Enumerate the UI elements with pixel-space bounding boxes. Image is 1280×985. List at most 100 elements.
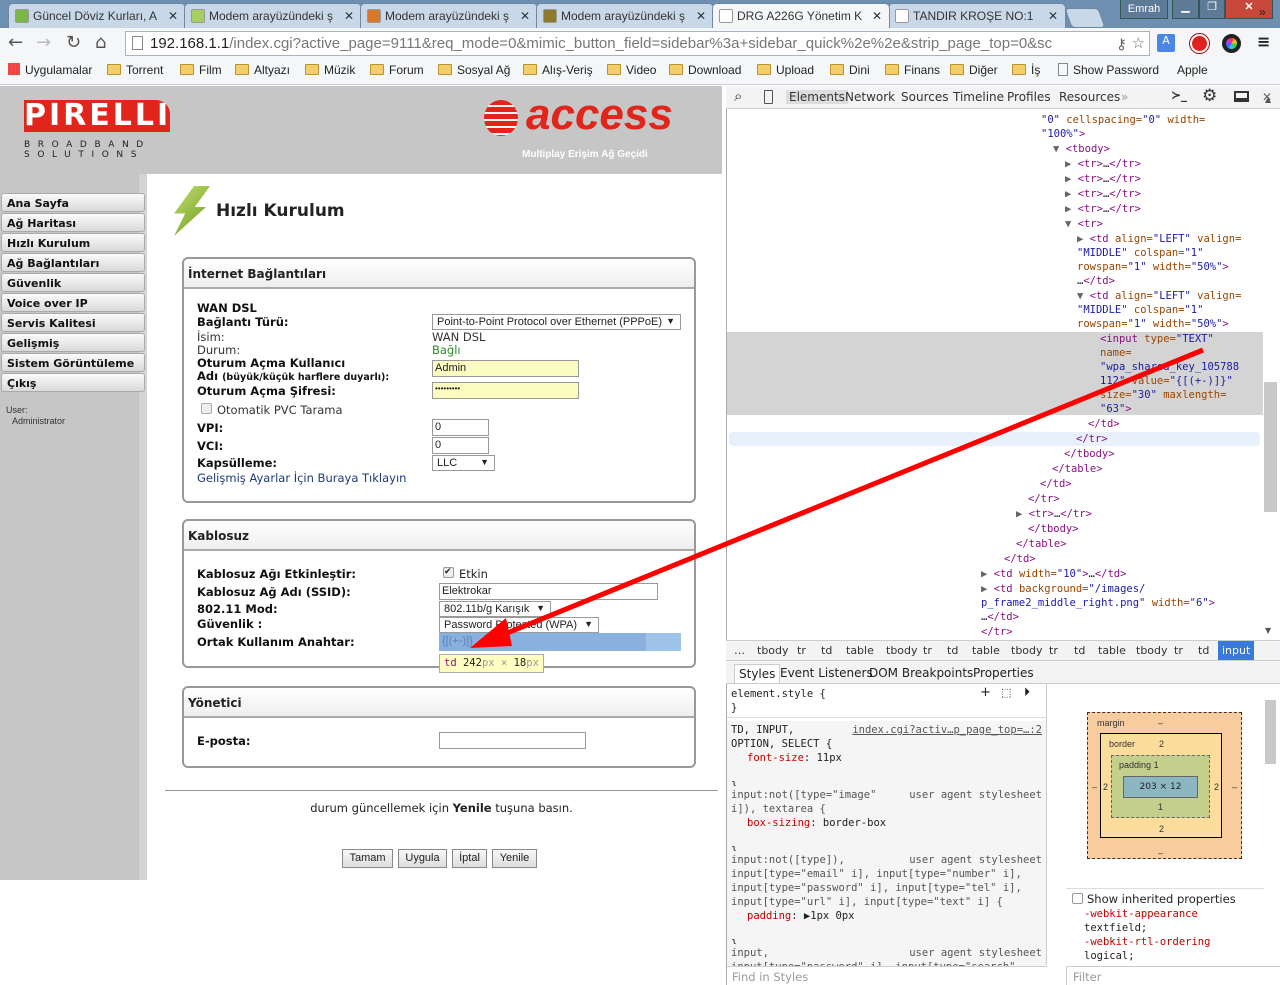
dom-node-line[interactable]: ▼ <tr> xyxy=(1065,217,1103,231)
home-icon[interactable]: ⌂ xyxy=(95,32,106,53)
css-property[interactable]: padding: ▶1px 0px xyxy=(731,909,1042,923)
dom-node-line[interactable]: </tr> xyxy=(1028,492,1060,506)
bookmark-11[interactable]: Dini xyxy=(830,63,870,77)
breadcrumb-tr[interactable]: tr xyxy=(1049,644,1058,657)
dom-node-line[interactable]: </tbody> xyxy=(1028,522,1079,536)
dom-node-line[interactable]: ▶ <tr>…</tr> xyxy=(1065,157,1141,171)
devtools-tab-elements[interactable]: Elements xyxy=(786,90,848,104)
inspect-search-icon[interactable]: ⌕ xyxy=(734,87,742,105)
tab-close-icon[interactable]: ✕ xyxy=(167,9,178,23)
styles-tab-3[interactable]: Properties xyxy=(969,664,1038,682)
new-tab-button[interactable] xyxy=(1064,8,1106,28)
breadcrumb-table[interactable]: table xyxy=(846,644,874,657)
key-icon[interactable]: ⚷ xyxy=(1116,35,1127,53)
username-input[interactable]: Admin xyxy=(432,360,579,377)
mode-select[interactable]: 802.11b/g Karışık ▼ xyxy=(439,601,551,617)
breadcrumb-…[interactable]: … xyxy=(734,644,745,657)
breadcrumb-tr[interactable]: tr xyxy=(1174,644,1183,657)
styles-tab-2[interactable]: DOM Breakpoints xyxy=(865,664,977,682)
breadcrumb-td[interactable]: td xyxy=(1074,644,1085,657)
auto-pvc-checkbox[interactable] xyxy=(201,403,212,414)
device-mode-icon[interactable] xyxy=(764,90,773,104)
dom-node-line[interactable]: "MIDDLE" colspan="1" xyxy=(1077,246,1203,260)
breadcrumb-td[interactable]: td xyxy=(821,644,832,657)
sidebar-item-3[interactable]: Ağ Bağlantıları xyxy=(1,253,145,272)
tab-5[interactable]: TANDIR KROŞE NO:1 ✕ xyxy=(888,3,1066,28)
devtools-more-tabs[interactable]: » xyxy=(1121,90,1128,104)
dom-node-line[interactable]: ▶ <td align="LEFT" valign= xyxy=(1077,232,1241,246)
bookmark-12[interactable]: Finans xyxy=(885,63,940,77)
dom-node-line[interactable]: name= xyxy=(1100,346,1132,360)
breadcrumb-tbody[interactable]: tbody xyxy=(757,644,789,657)
dom-node-line[interactable]: </td> xyxy=(1088,417,1120,431)
menu-icon[interactable]: ≡ xyxy=(1257,32,1270,51)
dom-node-line[interactable]: ▶ <tr>…</tr> xyxy=(1065,187,1141,201)
elements-scrollbar[interactable] xyxy=(1264,382,1277,512)
bookmark-7[interactable]: Alış-Veriş xyxy=(523,63,593,77)
tab-3[interactable]: Modem arayüzündeki ş ✕ xyxy=(536,3,714,28)
dom-node-line[interactable]: ▼ <td align="LEFT" valign= xyxy=(1077,289,1241,303)
tab-close-icon[interactable]: ✕ xyxy=(871,9,882,23)
conn-type-select[interactable]: Point-to-Point Protocol over Ethernet (P… xyxy=(432,314,681,330)
password-input[interactable]: ••••••••• xyxy=(432,382,579,399)
dom-node-line[interactable]: ▼ <tbody> xyxy=(1053,142,1110,156)
bookmark-4[interactable]: Müzik xyxy=(305,63,355,77)
sidebar-item-9[interactable]: Çıkış xyxy=(1,373,145,392)
bookmark-0[interactable]: Uygulamalar xyxy=(8,63,92,77)
tab-close-icon[interactable]: ✕ xyxy=(343,9,354,23)
dom-node-line[interactable]: rowspan="1" width="50%"> xyxy=(1077,317,1229,331)
tab-2[interactable]: Modem arayüzündeki ş ✕ xyxy=(360,3,538,28)
breadcrumb-td[interactable]: td xyxy=(1198,644,1209,657)
sidebar-item-1[interactable]: Ağ Haritası xyxy=(1,213,145,232)
ssid-input[interactable]: Elektrokar xyxy=(439,583,658,600)
dom-node-line[interactable]: </tbody> xyxy=(1064,447,1115,461)
dom-node-line[interactable]: ▶ <tr>…</tr> xyxy=(1065,202,1141,216)
ok-button[interactable]: Tamam xyxy=(342,849,393,868)
dom-node-line[interactable]: </table> xyxy=(1016,537,1067,551)
bookmark-2[interactable]: Film xyxy=(180,63,222,77)
bookmark-16[interactable]: Apple xyxy=(1173,63,1208,77)
show-inherited-checkbox[interactable] xyxy=(1072,893,1083,904)
email-input[interactable] xyxy=(439,732,586,749)
computed-scrollbar[interactable] xyxy=(1265,700,1276,764)
breadcrumb-tbody[interactable]: tbody xyxy=(1136,644,1168,657)
sidebar-item-6[interactable]: Servis Kalitesi xyxy=(1,313,145,332)
sidebar-item-5[interactable]: Voice over IP xyxy=(1,293,145,312)
dom-node-line[interactable]: 112" value="{[(+-)]}" xyxy=(1100,374,1233,388)
advanced-settings-link[interactable]: Gelişmiş Ayarlar İçin Buraya Tıklayın xyxy=(197,471,406,485)
profile-button[interactable]: Emrah xyxy=(1120,0,1168,19)
filter-input[interactable]: Filter xyxy=(1066,966,1280,985)
dom-node-line[interactable]: "wpa_shared_key_105788 xyxy=(1100,360,1239,374)
cancel-button[interactable]: İptal xyxy=(452,849,487,868)
rule-source[interactable]: user agent stylesheet xyxy=(909,946,1042,960)
breadcrumb-tr[interactable]: tr xyxy=(797,644,806,657)
css-property[interactable]: box-sizing: border-box xyxy=(731,816,1042,830)
dom-node-line[interactable]: ▶ <td background="/images/ xyxy=(981,582,1145,596)
dom-node-line[interactable]: </td> xyxy=(1004,552,1036,566)
dom-node-line[interactable]: "MIDDLE" colspan="1" xyxy=(1077,303,1203,317)
dom-node-line[interactable]: </tr> xyxy=(981,625,1013,639)
devtools-tab-timeline[interactable]: Timeline xyxy=(953,90,1004,104)
back-icon[interactable]: ← xyxy=(8,32,23,53)
breadcrumb-tr[interactable]: tr xyxy=(923,644,932,657)
tab-4[interactable]: DRG A226G Yönetim K ✕ xyxy=(712,3,890,28)
dom-node-line[interactable]: p_frame2_middle_right.png" width="6"> xyxy=(981,596,1215,610)
dom-node-line[interactable]: ▶ <tr>…</tr> xyxy=(1065,172,1141,186)
css-rule[interactable]: input:not([type]), input[type="email" i]… xyxy=(727,851,1046,954)
dom-node-line[interactable]: "100%"> xyxy=(1041,127,1085,141)
dom-node-line[interactable]: </td> xyxy=(1040,477,1072,491)
dom-node-line[interactable]: ▶ <td width="10">…</td> xyxy=(981,567,1126,581)
adblock-extension-icon[interactable] xyxy=(1190,34,1209,53)
bookmark-3[interactable]: Altyazı xyxy=(235,63,290,77)
dom-node-line[interactable]: rowspan="1" width="50%"> xyxy=(1077,260,1229,274)
breadcrumb-table[interactable]: table xyxy=(972,644,1000,657)
css-rule[interactable]: element.style { } xyxy=(727,685,1046,718)
rule-source[interactable]: user agent stylesheet xyxy=(909,788,1042,802)
bookmark-6[interactable]: Sosyal Ağ xyxy=(438,63,510,77)
styles-tab-1[interactable]: Event Listeners xyxy=(776,664,877,682)
dom-node-line[interactable]: size="30" maxlength= xyxy=(1100,388,1226,402)
tab-1[interactable]: Modem arayüzündeki ş ✕ xyxy=(184,3,362,28)
dom-node-line[interactable]: <input type="TEXT" xyxy=(1100,332,1214,346)
animations-icon[interactable]: ⏵ xyxy=(1024,685,1030,700)
forward-icon[interactable]: → xyxy=(36,32,51,53)
